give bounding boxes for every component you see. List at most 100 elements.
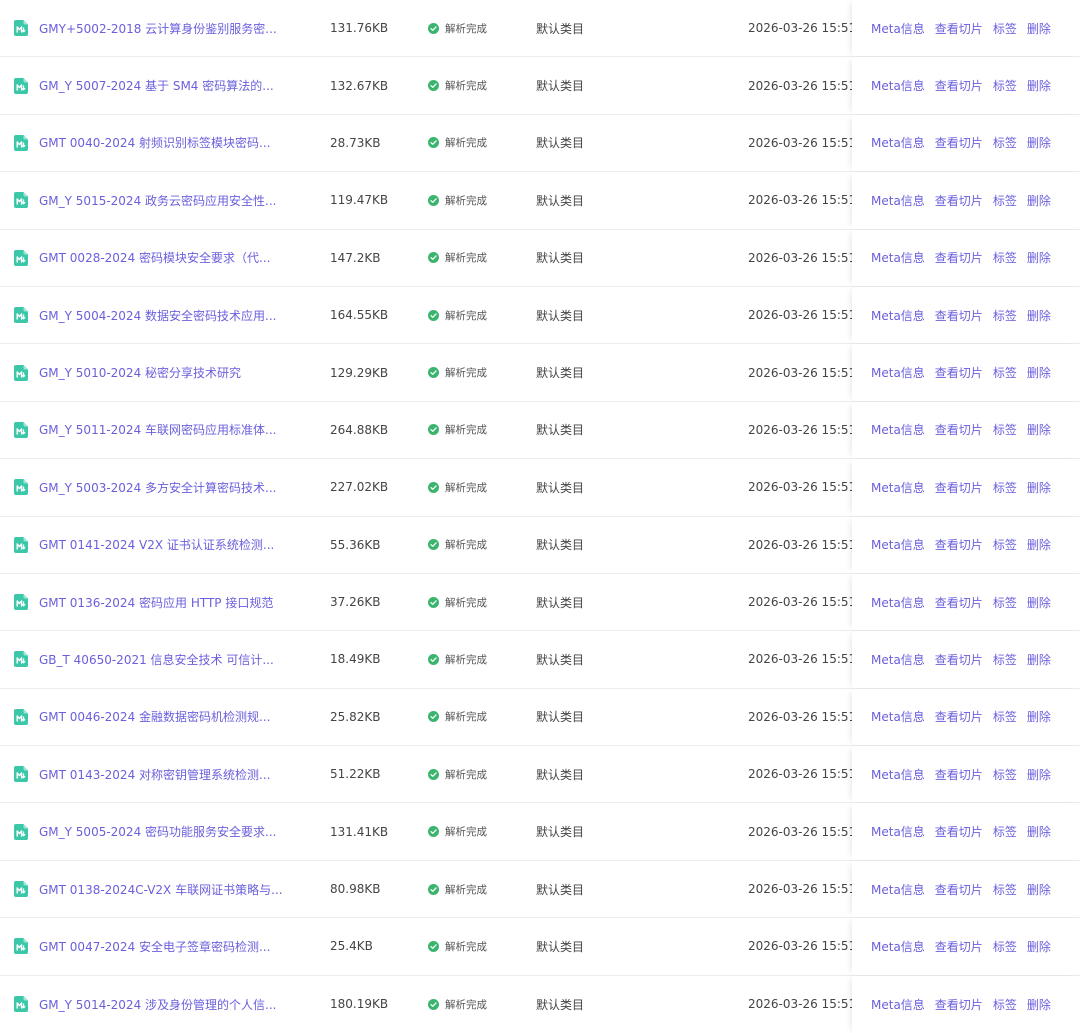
tags-button[interactable]: 标签 [993,307,1017,324]
tags-button[interactable]: 标签 [993,20,1017,37]
tags-button[interactable]: 标签 [993,192,1017,209]
file-name-link[interactable]: GM_Y 5004-2024 数据安全密码技术应用... [39,307,276,324]
meta-info-button[interactable]: Meta信息 [871,77,925,94]
meta-info-button[interactable]: Meta信息 [871,192,925,209]
file-name-link[interactable]: GMT 0046-2024 金融数据密码机检测规... [39,708,270,725]
view-chunks-button[interactable]: 查看切片 [935,938,983,955]
meta-info-button[interactable]: Meta信息 [871,938,925,955]
file-name-link[interactable]: GMT 0141-2024 V2X 证书认证系统检测... [39,536,274,553]
view-chunks-button[interactable]: 查看切片 [935,479,983,496]
tags-button[interactable]: 标签 [993,938,1017,955]
delete-button[interactable]: 删除 [1027,938,1051,955]
view-chunks-button[interactable]: 查看切片 [935,766,983,783]
view-chunks-button[interactable]: 查看切片 [935,77,983,94]
file-name-link[interactable]: GM_Y 5007-2024 基于 SM4 密码算法的... [39,77,274,94]
file-name-link[interactable]: GM_Y 5003-2024 多方安全计算密码技术... [39,479,276,496]
file-name-link[interactable]: GM_Y 5010-2024 秘密分享技术研究 [39,364,241,381]
file-name-link[interactable]: GMY+5002-2018 云计算身份鉴别服务密... [39,20,277,37]
row-actions: Meta信息 查看切片 标签 删除 [852,172,1080,229]
delete-button[interactable]: 删除 [1027,20,1051,37]
file-name-link[interactable]: GMT 0143-2024 对称密钥管理系统检测... [39,766,270,783]
view-chunks-button[interactable]: 查看切片 [935,192,983,209]
delete-button[interactable]: 删除 [1027,766,1051,783]
file-size: 180.19KB [330,997,389,1012]
view-chunks-button[interactable]: 查看切片 [935,536,983,553]
view-chunks-button[interactable]: 查看切片 [935,421,983,438]
delete-button[interactable]: 删除 [1027,249,1051,266]
file-name-link[interactable]: GMT 0047-2024 安全电子签章密码检测... [39,938,270,955]
tags-button[interactable]: 标签 [993,77,1017,94]
delete-button[interactable]: 删除 [1027,192,1051,209]
delete-button[interactable]: 删除 [1027,134,1051,151]
delete-button[interactable]: 删除 [1027,307,1051,324]
delete-button[interactable]: 删除 [1027,364,1051,381]
tags-button[interactable]: 标签 [993,134,1017,151]
meta-info-button[interactable]: Meta信息 [871,708,925,725]
meta-info-button[interactable]: Meta信息 [871,766,925,783]
delete-button[interactable]: 删除 [1027,421,1051,438]
meta-info-button[interactable]: Meta信息 [871,996,925,1013]
delete-button[interactable]: 删除 [1027,594,1051,611]
meta-info-button[interactable]: Meta信息 [871,364,925,381]
view-chunks-button[interactable]: 查看切片 [935,996,983,1013]
tags-button[interactable]: 标签 [993,594,1017,611]
file-name-link[interactable]: GM_Y 5005-2024 密码功能服务安全要求... [39,823,276,840]
tags-button[interactable]: 标签 [993,421,1017,438]
meta-info-button[interactable]: Meta信息 [871,881,925,898]
tags-button[interactable]: 标签 [993,708,1017,725]
meta-info-button[interactable]: Meta信息 [871,823,925,840]
view-chunks-button[interactable]: 查看切片 [935,651,983,668]
view-chunks-button[interactable]: 查看切片 [935,20,983,37]
delete-button[interactable]: 删除 [1027,881,1051,898]
file-name-link[interactable]: GMT 0138-2024C-V2X 车联网证书策略与... [39,881,283,898]
meta-info-button[interactable]: Meta信息 [871,134,925,151]
file-name-link[interactable]: GMT 0040-2024 射频识别标签模块密码... [39,134,270,151]
file-name-link[interactable]: GM_Y 5015-2024 政务云密码应用安全性... [39,192,276,209]
meta-info-button[interactable]: Meta信息 [871,594,925,611]
view-chunks-button[interactable]: 查看切片 [935,708,983,725]
view-chunks-button[interactable]: 查看切片 [935,823,983,840]
tags-button[interactable]: 标签 [993,766,1017,783]
meta-info-button[interactable]: Meta信息 [871,651,925,668]
file-name-link[interactable]: GB_T 40650-2021 信息安全技术 可信计... [39,651,274,668]
delete-button[interactable]: 删除 [1027,823,1051,840]
delete-button[interactable]: 删除 [1027,479,1051,496]
tags-button[interactable]: 标签 [993,536,1017,553]
file-name-link[interactable]: GMT 0028-2024 密码模块安全要求（代... [39,249,270,266]
meta-info-button[interactable]: Meta信息 [871,20,925,37]
view-chunks-button[interactable]: 查看切片 [935,249,983,266]
status-label: 解析完成 [445,137,487,150]
view-chunks-button[interactable]: 查看切片 [935,364,983,381]
tags-button[interactable]: 标签 [993,996,1017,1013]
meta-info-button[interactable]: Meta信息 [871,307,925,324]
tags-button[interactable]: 标签 [993,651,1017,668]
meta-info-button[interactable]: Meta信息 [871,536,925,553]
tags-button[interactable]: 标签 [993,364,1017,381]
meta-info-button[interactable]: Meta信息 [871,479,925,496]
view-chunks-button[interactable]: 查看切片 [935,594,983,611]
meta-info-button[interactable]: Meta信息 [871,249,925,266]
markdown-file-icon [14,766,28,783]
view-chunks-button[interactable]: 查看切片 [935,134,983,151]
delete-button[interactable]: 删除 [1027,708,1051,725]
file-name-cell: GM_Y 5011-2024 车联网密码应用标准体... [14,402,314,458]
check-circle-icon [428,367,439,379]
check-circle-icon [428,711,439,723]
view-chunks-button[interactable]: 查看切片 [935,307,983,324]
tags-button[interactable]: 标签 [993,479,1017,496]
file-name-link[interactable]: GMT 0136-2024 密码应用 HTTP 接口规范 [39,594,273,611]
tags-button[interactable]: 标签 [993,249,1017,266]
tags-button[interactable]: 标签 [993,881,1017,898]
table-row: GMT 0046-2024 金融数据密码机检测规... 25.82KB 解析完成… [0,688,1080,747]
check-circle-icon [428,194,439,206]
meta-info-button[interactable]: Meta信息 [871,421,925,438]
delete-button[interactable]: 删除 [1027,536,1051,553]
view-chunks-button[interactable]: 查看切片 [935,881,983,898]
tags-button[interactable]: 标签 [993,823,1017,840]
delete-button[interactable]: 删除 [1027,996,1051,1013]
delete-button[interactable]: 删除 [1027,651,1051,668]
delete-button[interactable]: 删除 [1027,77,1051,94]
file-size: 55.36KB [330,537,381,552]
file-name-link[interactable]: GM_Y 5011-2024 车联网密码应用标准体... [39,421,276,438]
file-name-link[interactable]: GM_Y 5014-2024 涉及身份管理的个人信... [39,996,276,1013]
